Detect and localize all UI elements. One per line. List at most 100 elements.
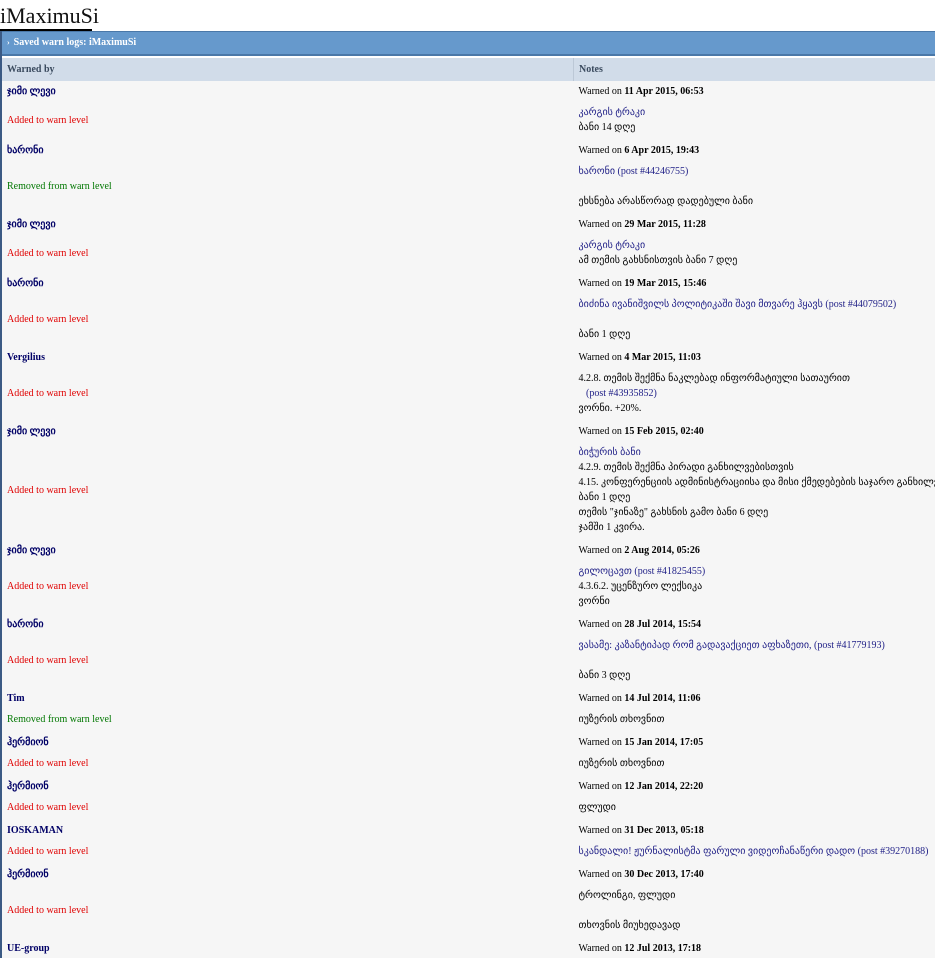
warn-entry-body: Removed from warn level იუზერის თხოვნით xyxy=(2,708,935,732)
warned-on-date: 15 Feb 2015, 02:40 xyxy=(624,425,704,437)
notes-cell: ბიჭურის ბანი 4.2.9. თემის შექმნა პირადი გ… xyxy=(573,441,935,540)
note-line: ამ თემის გახსნისთვის ბანი 7 დღე xyxy=(578,255,738,266)
warn-entry-body: Added to warn level იუზერის თხოვნით xyxy=(2,752,935,776)
notes-cell: ხარონი (post #44246755) ეხსნება არასწორად… xyxy=(573,160,935,214)
warn-entry-header: ხარონი Warned on 19 Mar 2015, 15:46 xyxy=(2,273,935,293)
warned-on-date: 4 Mar 2015, 11:03 xyxy=(624,351,701,363)
note-link[interactable]: (post #43935852) xyxy=(579,386,931,401)
warned-by-user-link[interactable]: ჯიმი ლევი xyxy=(7,426,56,437)
warn-status: Removed from warn level xyxy=(7,714,112,725)
note-link[interactable]: ბიძინა ივანიშვილს პოლიტიკაში შავი მთვარე… xyxy=(579,297,931,312)
warned-on-label: Warned on xyxy=(578,218,622,230)
warned-on: Warned on 4 Mar 2015, 11:03 xyxy=(573,347,935,367)
warned-by-user-link[interactable]: ჰერმიონ xyxy=(7,781,49,792)
warn-status: Added to warn level xyxy=(7,655,89,666)
warn-entry-header: IOSKAMAN Warned on 31 Dec 2013, 05:18 xyxy=(2,820,935,840)
notes-cell: კარგის ტრაკი ამ თემის გახსნისთვის ბანი 7 … xyxy=(573,234,935,273)
warn-entry-body: Added to warn level ბიძინა ივანიშვილს პოლ… xyxy=(2,293,935,347)
warned-on-date: 19 Mar 2015, 15:46 xyxy=(624,277,707,289)
notes-cell: ბიძინა ივანიშვილს პოლიტიკაში შავი მთვარე… xyxy=(573,293,935,347)
warned-on: Warned on 15 Jan 2014, 17:05 xyxy=(573,732,935,752)
note-link[interactable]: კარგის ტრაკი xyxy=(579,105,931,120)
warn-status: Added to warn level xyxy=(7,758,89,769)
warned-by-user-link[interactable]: ჰერმიონ xyxy=(7,737,49,748)
note-line xyxy=(579,312,931,327)
note-line: ფლუდი xyxy=(578,802,616,813)
warned-by-user-link[interactable]: ხარონი xyxy=(7,278,44,289)
warn-entry-body: Added to warn level გილოცავთ (post #41825… xyxy=(2,560,935,614)
column-header-warned-by: Warned by xyxy=(2,58,574,81)
note-line: თხოვნის მიუხედავად xyxy=(578,920,681,931)
warned-by-user-link[interactable]: UE-group xyxy=(7,943,50,954)
warn-status: Added to warn level xyxy=(7,314,89,325)
warn-entry-header: ჯიმი ლევი Warned on 11 Apr 2015, 06:53 xyxy=(2,81,935,101)
warn-entry-header: ჯიმი ლევი Warned on 2 Aug 2014, 05:26 xyxy=(2,540,935,560)
note-line: ბანი 3 დღე xyxy=(578,670,631,681)
warn-entry-header: ხარონი Warned on 6 Apr 2015, 19:43 xyxy=(2,140,935,160)
warned-on-label: Warned on xyxy=(578,868,622,880)
note-line: იუზერის თხოვნით xyxy=(578,714,665,725)
note-link[interactable]: გილოცავთ (post #41825455) xyxy=(579,564,931,579)
notes-cell: კარგის ტრაკი ბანი 14 დღე xyxy=(573,101,935,140)
note-line: ბანი 1 დღე xyxy=(578,329,631,340)
note-line: 4.2.8. თემის შექმნა ნაკლებად ინფორმატიულ… xyxy=(578,373,850,384)
warned-on-date: 28 Jul 2014, 15:54 xyxy=(624,618,702,630)
warned-by-user-link[interactable]: ჯიმი ლევი xyxy=(7,86,56,97)
warned-on-date: 29 Mar 2015, 11:28 xyxy=(624,218,706,230)
warn-status: Removed from warn level xyxy=(7,181,112,192)
warned-on: Warned on 29 Mar 2015, 11:28 xyxy=(573,214,935,234)
warned-on-date: 12 Jan 2014, 22:20 xyxy=(624,780,704,792)
warned-by-user-link[interactable]: IOSKAMAN xyxy=(7,825,63,836)
warn-entry-header: Vergilius Warned on 4 Mar 2015, 11:03 xyxy=(2,347,935,367)
warned-on: Warned on 11 Apr 2015, 06:53 xyxy=(573,81,935,101)
warned-by-user-link[interactable]: ჯიმი ლევი xyxy=(7,219,56,230)
warned-by-user-link[interactable]: Vergilius xyxy=(7,352,45,363)
warned-on-date: 15 Jan 2014, 17:05 xyxy=(624,736,704,748)
warned-on-date: 31 Dec 2013, 05:18 xyxy=(624,824,704,836)
warned-on-label: Warned on xyxy=(578,736,622,748)
warned-by-user-link[interactable]: ხარონი xyxy=(7,619,44,630)
notes-cell: იუზერის თხოვნით xyxy=(573,752,935,776)
warned-by-user-link[interactable]: ჰერმიონ xyxy=(7,869,49,880)
note-link[interactable]: ბიჭურის ბანი xyxy=(579,445,931,460)
note-link[interactable]: ვასამე: კაზანტიპად რომ გადავაქციეთ აფხაზ… xyxy=(579,638,931,653)
note-link[interactable]: სკანდალი! ჟურნალისტმა ფარული ვიდეოჩანაწე… xyxy=(579,844,931,859)
warned-by-user-link[interactable]: ხარონი xyxy=(7,145,44,156)
notes-cell: 4.2.8. თემის შექმნა ნაკლებად ინფორმატიულ… xyxy=(573,367,935,421)
section-header: › Saved warn logs: iMaximuSi xyxy=(2,31,935,56)
warned-on: Warned on 6 Apr 2015, 19:43 xyxy=(573,140,935,160)
note-line: 4.2.9. თემის შექმნა პირადი განხილვებისთვ… xyxy=(578,462,794,473)
warned-on: Warned on 30 Dec 2013, 17:40 xyxy=(573,864,935,884)
warned-on-label: Warned on xyxy=(578,824,622,836)
warn-entry-body: Added to warn level კარგის ტრაკი ბანი 14 დ… xyxy=(2,101,935,140)
warn-status: Added to warn level xyxy=(7,388,89,399)
note-line xyxy=(579,653,931,668)
warned-on-label: Warned on xyxy=(578,144,622,156)
warn-entry-header: ხარონი Warned on 28 Jul 2014, 15:54 xyxy=(2,614,935,634)
warned-on-date: 11 Apr 2015, 06:53 xyxy=(624,85,704,97)
page-title: iMaximuSi xyxy=(0,3,100,28)
warn-entry-body: Removed from warn level ხარონი (post #442… xyxy=(2,160,935,214)
note-line: ტროლინგი, ფლუდი xyxy=(578,890,676,901)
warned-on: Warned on 15 Feb 2015, 02:40 xyxy=(573,421,935,441)
warned-by-user-link[interactable]: Tim xyxy=(7,693,25,704)
warned-on-label: Warned on xyxy=(578,544,622,556)
warned-by-user-link[interactable]: ჯიმი ლევი xyxy=(7,545,56,556)
warned-on-date: 2 Aug 2014, 05:26 xyxy=(624,544,700,556)
warned-on: Warned on 2 Aug 2014, 05:26 xyxy=(573,540,935,560)
note-link[interactable]: ხარონი (post #44246755) xyxy=(579,164,931,179)
note-link[interactable]: კარგის ტრაკი xyxy=(579,238,931,253)
note-line: ვორნი. +20%. xyxy=(578,403,642,414)
warn-entry-body: Added to warn level 4.2.8. თემის შექმნა ნ… xyxy=(2,367,935,421)
warned-on-label: Warned on xyxy=(578,351,622,363)
note-line xyxy=(579,179,931,194)
warned-on-label: Warned on xyxy=(578,692,622,704)
section-title: Saved warn logs: iMaximuSi xyxy=(13,37,137,48)
warned-on-label: Warned on xyxy=(578,618,622,630)
note-line: ეხსნება არასწორად დადებული ბანი xyxy=(578,196,754,207)
warned-on: Warned on 12 Jan 2014, 22:20 xyxy=(573,776,935,796)
warned-on-date: 30 Dec 2013, 17:40 xyxy=(624,868,704,880)
warn-status: Added to warn level xyxy=(7,114,89,126)
note-line: 4.15. კონფერენციის ადმინისტრაციისა და მი… xyxy=(578,477,935,488)
notes-cell: ვასამე: კაზანტიპად რომ გადავაქციეთ აფხაზ… xyxy=(573,634,935,688)
